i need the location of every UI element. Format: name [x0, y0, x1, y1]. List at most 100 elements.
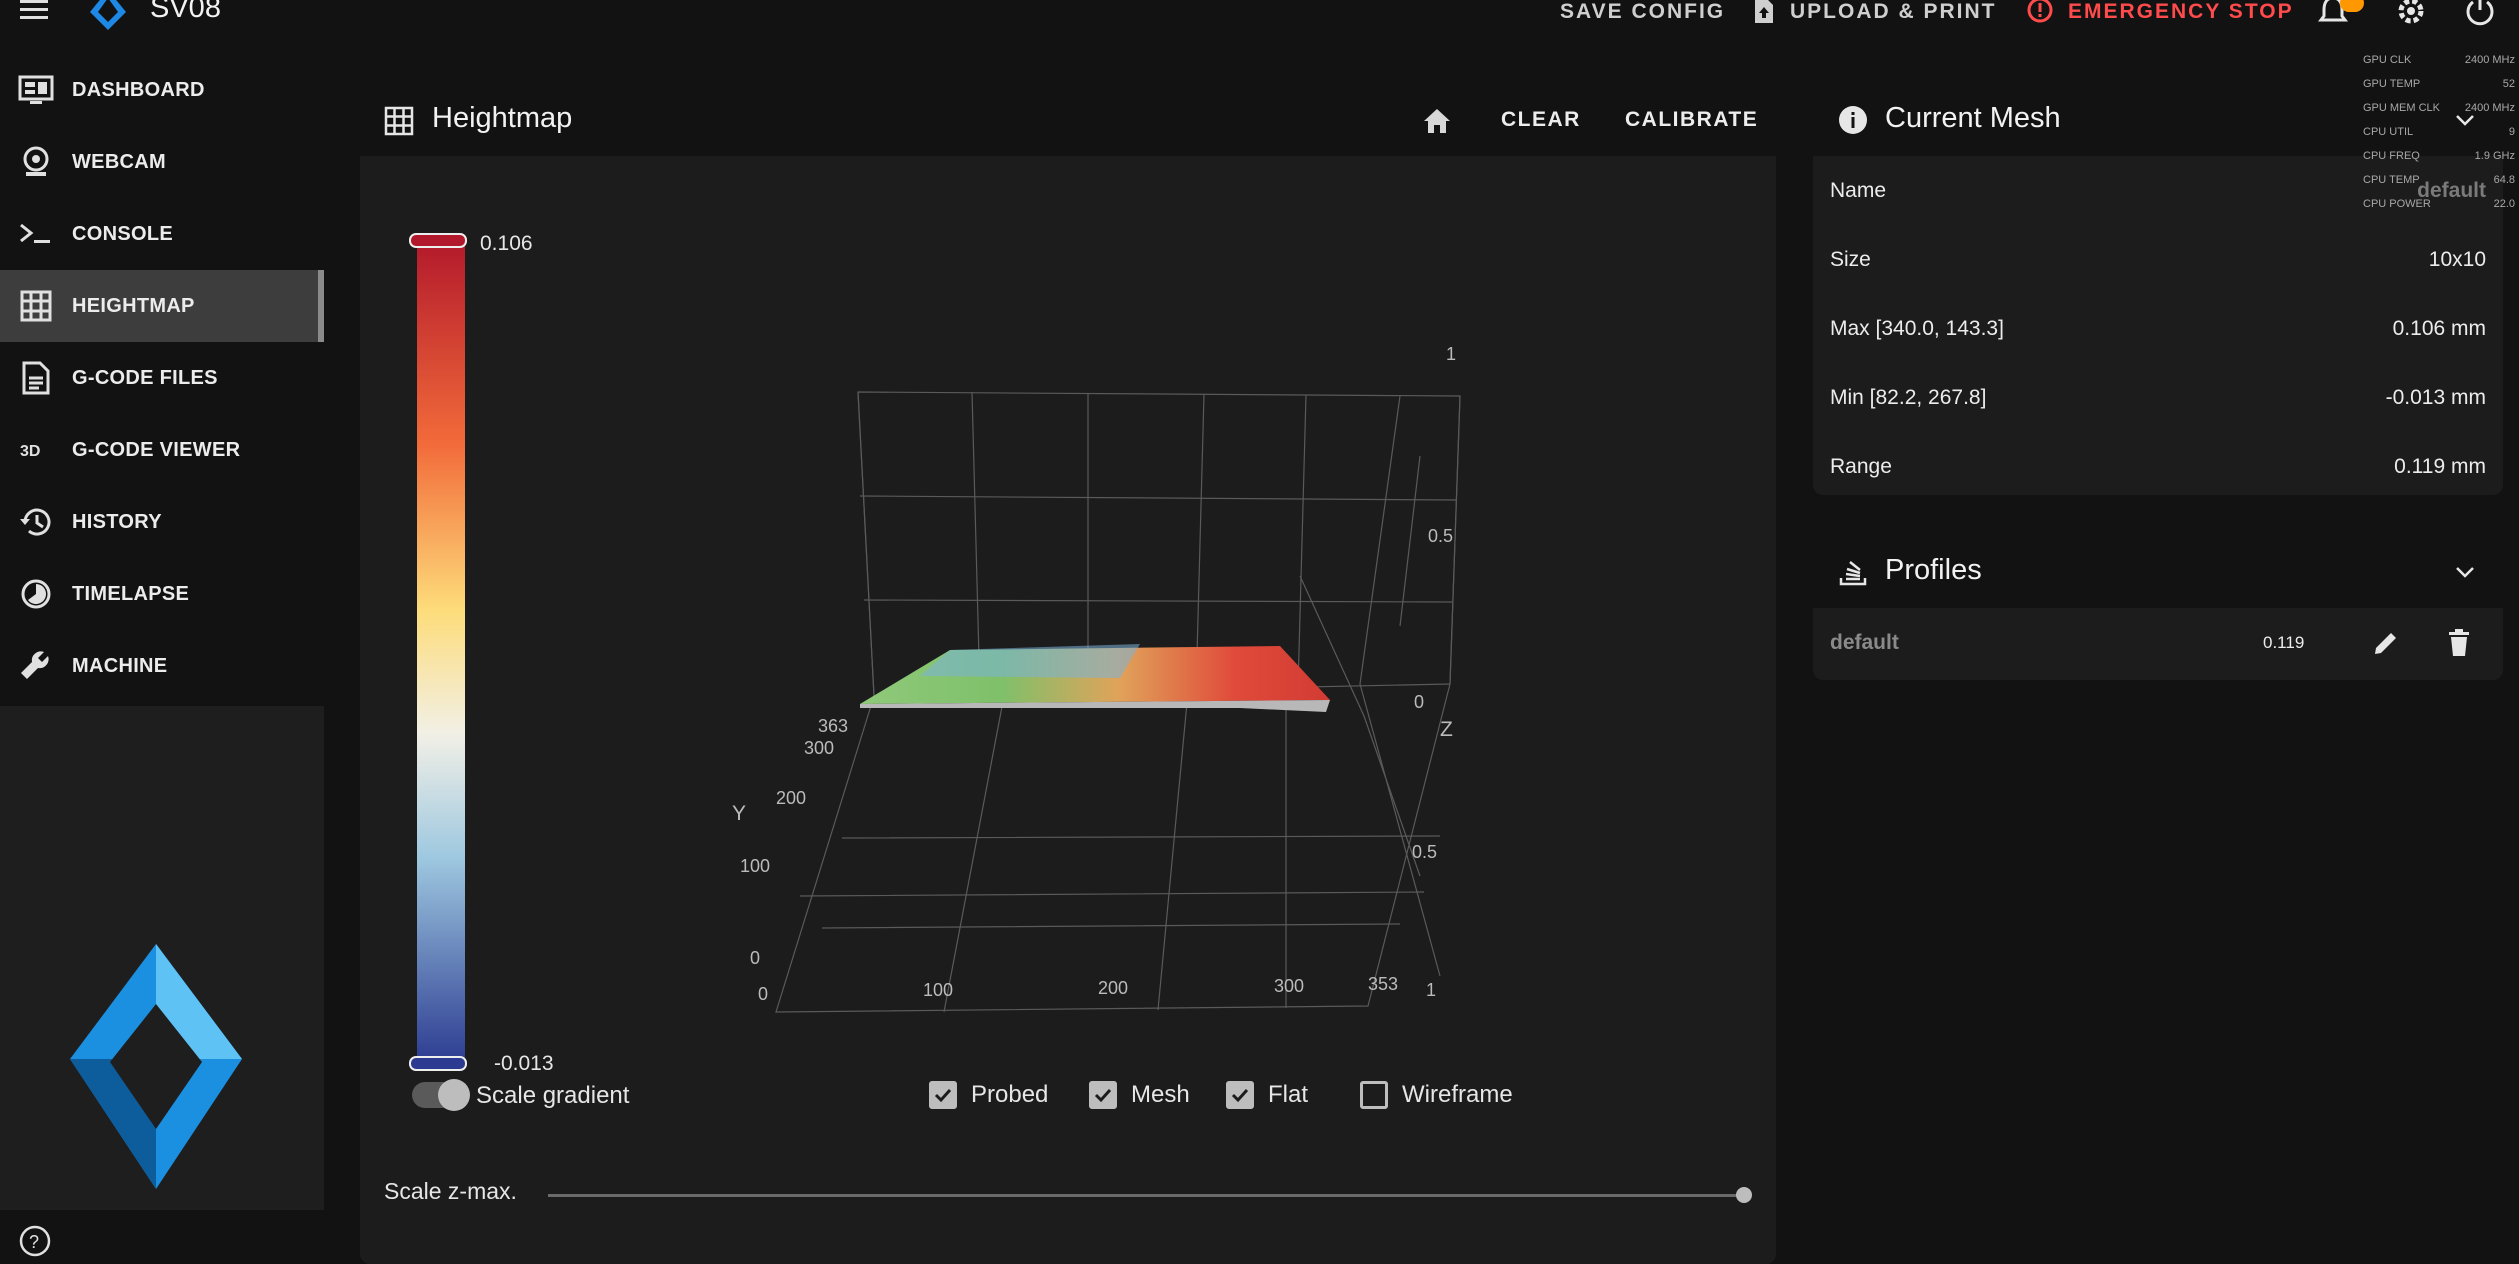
info-icon [1839, 106, 1867, 134]
stat-key: CPU TEMP [2363, 174, 2420, 186]
webcam-icon [23, 146, 49, 176]
sidebar-item-label: G-CODE VIEWER [72, 438, 241, 461]
profiles-header: Profiles [1813, 536, 2503, 608]
file-document-icon [22, 361, 50, 395]
stat-key: GPU TEMP [2363, 78, 2421, 90]
menu-icon[interactable] [18, 0, 52, 24]
save-config-button[interactable]: SAVE CONFIG [1560, 0, 1725, 24]
alert-circle-icon [2027, 0, 2053, 23]
sidebar-item-dashboard[interactable]: DASHBOARD [0, 54, 324, 126]
scale-zmax-slider[interactable] [548, 1187, 1752, 1203]
y-tick: 200 [776, 788, 807, 808]
stat-row: GPU TEMP 52 [2363, 72, 2515, 96]
mesh-row-size: Size 10x10 [1813, 225, 2503, 294]
stat-value: 1.9 GHz [2474, 150, 2515, 162]
y-axis-label: Y [732, 802, 747, 825]
home-icon[interactable] [1422, 106, 1452, 136]
check-icon [1231, 1088, 1249, 1103]
sidebar-item-label: DASHBOARD [72, 78, 205, 101]
power-icon[interactable] [2464, 0, 2496, 28]
timelapse-icon [21, 579, 51, 609]
row-key: Range [1830, 454, 1892, 478]
y-tick: 0 [750, 948, 761, 968]
stat-row: CPU UTIL 9 [2363, 120, 2515, 144]
wireframe-checkbox[interactable]: Wireframe [1360, 1081, 1513, 1109]
y-tick: 300 [804, 738, 835, 758]
checkbox-label: Flat [1268, 1081, 1309, 1108]
sidebar: DASHBOARD WEBCAM CONSOLE HEIGHTMAP G-COD… [0, 44, 324, 1257]
profile-name[interactable]: default [1830, 631, 1899, 655]
clear-button[interactable]: CLEAR [1501, 108, 1581, 132]
sidebar-item-heightmap[interactable]: HEIGHTMAP [0, 270, 324, 342]
mesh-row-max: Max [340.0, 143.3] 0.106 mm [1813, 294, 2503, 363]
checkbox-label: Probed [971, 1081, 1049, 1108]
sidebar-item-label: HISTORY [72, 510, 162, 533]
row-key: Min [82.2, 267.8] [1830, 385, 1987, 409]
sidebar-item-timelapse[interactable]: TIMELAPSE [0, 558, 324, 630]
stat-key: CPU FREQ [2363, 150, 2420, 162]
sidebar-item-history[interactable]: HISTORY [0, 486, 324, 558]
svg-text:3D: 3D [20, 443, 40, 460]
sidebar-item-gcode-viewer[interactable]: 3D G-CODE VIEWER [0, 414, 324, 486]
sidebar-item-webcam[interactable]: WEBCAM [0, 126, 324, 198]
stat-row: GPU CLK 2400 MHz [2363, 48, 2515, 72]
heightmap-card: Heightmap CLEAR CALIBRATE 0.106 -0.013 1… [360, 84, 1776, 1264]
stat-value: 64.8 [2493, 174, 2515, 186]
grid-icon [20, 290, 52, 322]
chevron-down-icon[interactable] [2453, 560, 2477, 584]
row-key: Name [1830, 178, 1887, 202]
scale-min-label: -0.013 [494, 1052, 554, 1075]
flat-checkbox[interactable]: Flat [1226, 1081, 1308, 1109]
scale-gradient-toggle[interactable] [412, 1079, 470, 1111]
calibrate-button[interactable]: CALIBRATE [1625, 108, 1758, 132]
checkbox-label: Mesh [1131, 1081, 1190, 1108]
sidebar-nav: DASHBOARD WEBCAM CONSOLE HEIGHTMAP G-COD… [0, 44, 324, 706]
gear-icon[interactable] [2394, 0, 2428, 30]
grid-icon [384, 106, 414, 136]
mesh-surface [860, 644, 1330, 712]
layers-stack-icon [1839, 561, 1867, 586]
emergency-stop-button[interactable]: EMERGENCY STOP [2026, 0, 2294, 24]
sidebar-item-label: CONSOLE [72, 222, 173, 245]
upload-print-button[interactable]: UPLOAD & PRINT [1752, 0, 1997, 24]
z-tick: 1 [1446, 344, 1457, 364]
stat-value: 52 [2502, 78, 2515, 90]
z-axis-label: Z [1440, 718, 1453, 741]
monitor-dashboard-icon [18, 75, 54, 104]
z-tick: 1 [1426, 980, 1437, 1000]
help-icon[interactable]: ? [18, 1224, 52, 1258]
row-key: Size [1830, 247, 1871, 271]
system-stats-overlay: GPU CLK 2400 MHz GPU TEMP 52 GPU MEM CLK 24… [2359, 48, 2519, 210]
sidebar-item-label: TIMELAPSE [72, 582, 190, 605]
pencil-icon[interactable] [2371, 628, 2401, 658]
slider-thumb[interactable] [1736, 1187, 1752, 1203]
mesh-checkbox[interactable]: Mesh [1089, 1081, 1190, 1109]
file-upload-icon [1755, 0, 1773, 23]
x-tick: 353 [1368, 974, 1399, 994]
sidebar-item-console[interactable]: CONSOLE [0, 198, 324, 270]
trash-icon[interactable] [2445, 628, 2473, 658]
x-tick: 200 [1098, 978, 1129, 998]
sidebar-item-gcode-files[interactable]: G-CODE FILES [0, 342, 324, 414]
checkbox-box [1089, 1081, 1117, 1109]
check-icon [1094, 1088, 1112, 1103]
profile-row[interactable]: default 0.119 [1813, 608, 2503, 677]
row-value: 0.106 mm [2392, 316, 2486, 340]
row-value: 0.119 mm [2394, 454, 2486, 478]
probed-checkbox[interactable]: Probed [929, 1081, 1048, 1109]
scale-zmax-label: Scale z-max. [384, 1178, 517, 1204]
scale-gradient-label: Scale gradient [476, 1082, 630, 1109]
heightmap-plot[interactable] [360, 156, 1776, 1116]
sidebar-item-label: HEIGHTMAP [72, 294, 195, 317]
stat-row: GPU MEM CLK 2400 MHz [2363, 96, 2515, 120]
stat-key: GPU MEM CLK [2363, 102, 2441, 114]
stat-row: CPU TEMP 64.8 [2363, 168, 2515, 192]
app-logo-icon [90, 0, 126, 30]
current-mesh-title: Current Mesh [1885, 102, 2061, 134]
z-tick: 0.5 [1412, 842, 1438, 862]
stat-row: CPU POWER 22.0 [2363, 192, 2515, 216]
sidebar-item-machine[interactable]: MACHINE [0, 630, 324, 702]
y-tick: 363 [818, 716, 849, 736]
toggle-thumb [438, 1079, 470, 1111]
profiles-title: Profiles [1885, 554, 1982, 586]
